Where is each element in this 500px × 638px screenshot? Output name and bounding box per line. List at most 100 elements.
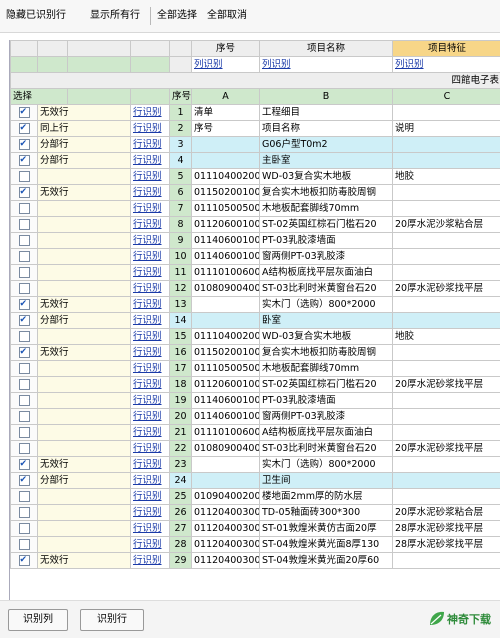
row-checkbox[interactable] (19, 379, 30, 390)
select-all-button[interactable]: 全部选择 (157, 8, 197, 24)
row-identify-link[interactable]: 行识别 (131, 265, 170, 281)
row-type-cell[interactable]: 分部行 (38, 313, 131, 329)
row-identify-link[interactable]: 行识别 (131, 153, 170, 169)
row-type-cell[interactable] (38, 425, 131, 441)
column-identify-link-feature[interactable]: 列识别 (393, 57, 500, 73)
row-identify-link[interactable]: 行识别 (131, 553, 170, 569)
row-type-cell[interactable] (38, 361, 131, 377)
row-type-cell[interactable] (38, 217, 131, 233)
show-all-rows-button[interactable]: 显示所有行 (90, 8, 140, 24)
identify-columns-button[interactable]: 识别列 (8, 609, 68, 631)
row-identify-link[interactable]: 行识别 (131, 201, 170, 217)
row-checkbox[interactable] (19, 459, 30, 470)
row-checkbox[interactable] (19, 251, 30, 262)
row-checkbox[interactable] (19, 507, 30, 518)
row-identify-link[interactable]: 行识别 (131, 521, 170, 537)
row-checkbox[interactable] (19, 555, 30, 566)
row-type-cell[interactable] (38, 201, 131, 217)
row-identify-link[interactable]: 行识别 (131, 169, 170, 185)
row-checkbox[interactable] (19, 427, 30, 438)
row-checkbox[interactable] (19, 443, 30, 454)
row-identify-link[interactable]: 行识别 (131, 457, 170, 473)
row-identify-link[interactable]: 行识别 (131, 137, 170, 153)
row-type-cell[interactable] (38, 489, 131, 505)
row-type-cell[interactable] (38, 329, 131, 345)
row-type-cell[interactable]: 无效行 (38, 297, 131, 313)
row-checkbox[interactable] (19, 491, 30, 502)
deselect-all-button[interactable]: 全部取消 (207, 8, 247, 24)
row-type-cell[interactable]: 无效行 (38, 105, 131, 121)
row-type-cell[interactable] (38, 265, 131, 281)
row-checkbox[interactable] (19, 235, 30, 246)
row-checkbox[interactable] (19, 203, 30, 214)
sheet-name: 四館电子表 (11, 73, 500, 89)
row-checkbox[interactable] (19, 283, 30, 294)
row-type-cell[interactable]: 无效行 (38, 553, 131, 569)
row-identify-link[interactable]: 行识别 (131, 409, 170, 425)
row-checkbox[interactable] (19, 267, 30, 278)
column-identify-link-name[interactable]: 列识别 (260, 57, 393, 73)
row-identify-link[interactable]: 行识别 (131, 489, 170, 505)
row-checkbox[interactable] (19, 347, 30, 358)
row-type-cell[interactable] (38, 249, 131, 265)
row-checkbox[interactable] (19, 299, 30, 310)
row-identify-link[interactable]: 行识别 (131, 297, 170, 313)
row-type-cell[interactable]: 分部行 (38, 153, 131, 169)
row-type-cell[interactable] (38, 409, 131, 425)
row-identify-link[interactable]: 行识别 (131, 121, 170, 137)
row-checkbox[interactable] (19, 363, 30, 374)
row-type-cell[interactable]: 无效行 (38, 457, 131, 473)
row-checkbox[interactable] (19, 107, 30, 118)
row-identify-link[interactable]: 行识别 (131, 473, 170, 489)
row-type-cell[interactable] (38, 537, 131, 553)
row-type-cell[interactable]: 同上行 (38, 121, 131, 137)
row-identify-link[interactable]: 行识别 (131, 441, 170, 457)
row-checkbox[interactable] (19, 171, 30, 182)
row-identify-link[interactable]: 行识别 (131, 425, 170, 441)
row-identify-link[interactable]: 行识别 (131, 537, 170, 553)
row-checkbox[interactable] (19, 539, 30, 550)
row-checkbox[interactable] (19, 155, 30, 166)
hide-identified-rows-button[interactable]: 隐藏已识别行 (6, 8, 66, 24)
row-identify-link[interactable]: 行识别 (131, 361, 170, 377)
column-identify-link-seq[interactable]: 列识别 (192, 57, 260, 73)
row-identify-link[interactable]: 行识别 (131, 313, 170, 329)
row-identify-link[interactable]: 行识别 (131, 233, 170, 249)
row-identify-link[interactable]: 行识别 (131, 217, 170, 233)
row-type-cell[interactable] (38, 393, 131, 409)
row-checkbox[interactable] (19, 475, 30, 486)
row-identify-link[interactable]: 行识别 (131, 505, 170, 521)
row-checkbox[interactable] (19, 187, 30, 198)
row-type-cell[interactable]: 分部行 (38, 473, 131, 489)
row-identify-link[interactable]: 行识别 (131, 377, 170, 393)
row-checkbox[interactable] (19, 523, 30, 534)
row-checkbox[interactable] (19, 219, 30, 230)
row-checkbox[interactable] (19, 331, 30, 342)
row-type-cell[interactable]: 无效行 (38, 185, 131, 201)
row-identify-link[interactable]: 行识别 (131, 249, 170, 265)
row-type-cell[interactable]: 无效行 (38, 345, 131, 361)
row-type-cell[interactable] (38, 377, 131, 393)
row-identify-link[interactable]: 行识别 (131, 393, 170, 409)
cell-c (393, 313, 500, 329)
row-type-cell[interactable] (38, 281, 131, 297)
cell-a: 011104002002 (192, 329, 260, 345)
row-identify-link[interactable]: 行识别 (131, 345, 170, 361)
row-checkbox[interactable] (19, 139, 30, 150)
row-identify-link[interactable]: 行识别 (131, 185, 170, 201)
cell-c (393, 249, 500, 265)
row-identify-link[interactable]: 行识别 (131, 329, 170, 345)
row-checkbox[interactable] (19, 123, 30, 134)
row-checkbox[interactable] (19, 411, 30, 422)
row-type-cell[interactable] (38, 521, 131, 537)
row-identify-link[interactable]: 行识别 (131, 105, 170, 121)
row-type-cell[interactable] (38, 505, 131, 521)
row-type-cell[interactable]: 分部行 (38, 137, 131, 153)
row-checkbox[interactable] (19, 395, 30, 406)
row-type-cell[interactable] (38, 441, 131, 457)
row-checkbox[interactable] (19, 315, 30, 326)
identify-rows-button[interactable]: 识别行 (80, 609, 144, 631)
row-type-cell[interactable] (38, 233, 131, 249)
row-type-cell[interactable] (38, 169, 131, 185)
row-identify-link[interactable]: 行识别 (131, 281, 170, 297)
